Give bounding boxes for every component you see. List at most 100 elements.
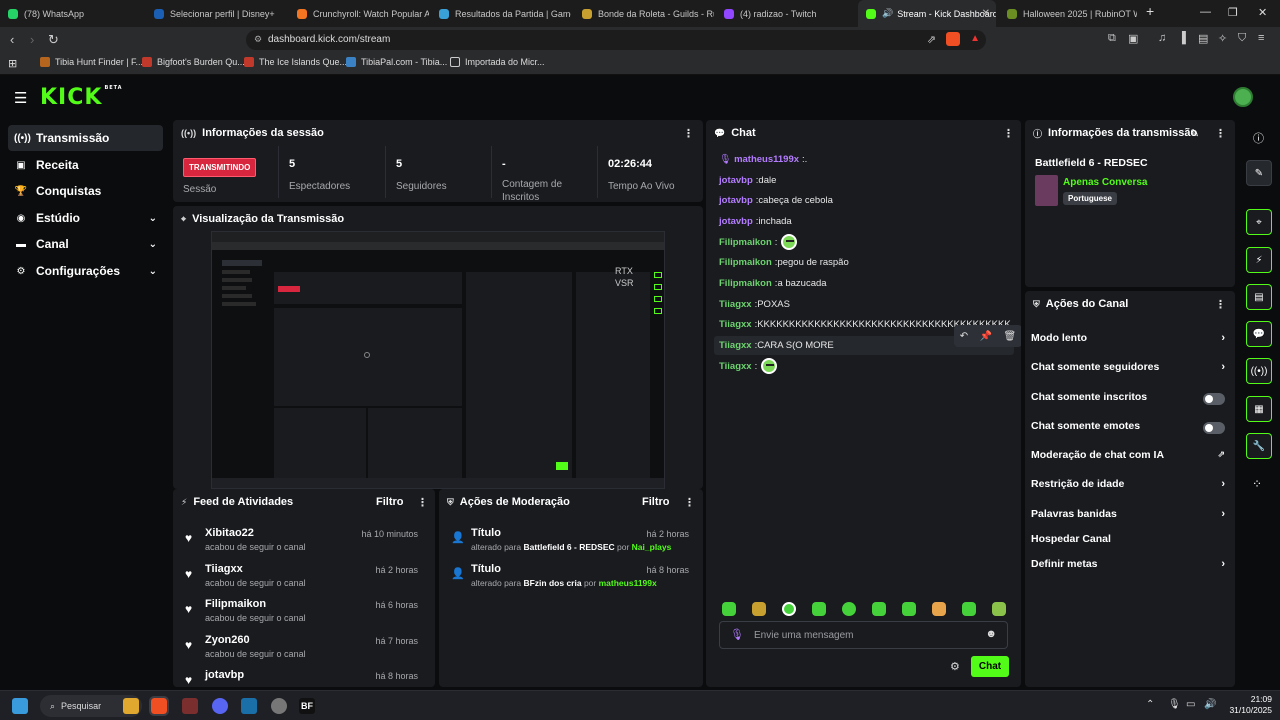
action-host-channel[interactable]: Hospedar Canal — [1031, 533, 1225, 551]
emote-icon[interactable] — [992, 602, 1006, 616]
sidebar-item-estudio[interactable]: ◉ Estúdio ⌄ — [8, 205, 163, 231]
rail-layout-button[interactable]: ▦ — [1246, 396, 1272, 422]
brave-rewards-icon[interactable]: ▲ — [970, 33, 980, 44]
chat-message[interactable]: jotavbp: cabeça de cebola — [719, 192, 833, 208]
maximize-icon[interactable]: ❐ — [1228, 6, 1238, 19]
screenshot-icon[interactable]: ▣ — [1128, 32, 1138, 45]
kebab-menu-icon[interactable]: ⋮ — [1215, 127, 1226, 140]
chevron-down-icon[interactable]: ⌄ — [149, 266, 157, 277]
obs-icon[interactable] — [271, 698, 287, 714]
chat-username[interactable]: Tiiagxx — [719, 299, 752, 310]
action-banned-words[interactable]: Palavras banidas › — [1031, 508, 1225, 526]
moderation-user[interactable]: Nai_plays — [632, 542, 672, 552]
bookmark-item[interactable]: TibiaPal.com - Tibia... — [346, 57, 447, 67]
action-followers-only[interactable]: Chat somente seguidores › — [1031, 361, 1225, 379]
minimize-icon[interactable]: — — [1200, 6, 1211, 18]
site-info-icon[interactable]: ⚙ — [254, 34, 262, 45]
edit-icon[interactable]: ✎ — [1190, 127, 1199, 140]
bookmark-item[interactable]: Tibia Hunt Finder | F... — [40, 57, 143, 67]
tray-chevron-icon[interactable]: ⌃ — [1146, 699, 1154, 710]
back-icon[interactable]: ‹ — [10, 32, 14, 47]
browser-tab[interactable]: Resultados da Partida | Gamers — [431, 0, 571, 27]
emote-icon[interactable] — [722, 602, 736, 616]
emote-icon[interactable] — [962, 602, 976, 616]
sidebar-item-canal[interactable]: ▬ Canal ⌄ — [8, 231, 163, 257]
game-icon[interactable] — [182, 698, 198, 714]
emote-icon[interactable] — [752, 602, 766, 616]
kebab-menu-icon[interactable]: ⋮ — [417, 496, 428, 509]
sidebar-item-transmissao[interactable]: ((•)) Transmissão — [8, 125, 163, 151]
video-player[interactable]: RTX VSR — [211, 231, 665, 489]
menu-icon[interactable]: ≡ — [1258, 32, 1264, 44]
avatar[interactable] — [1233, 87, 1253, 107]
bookmark-folder[interactable]: Importada do Micr... — [450, 57, 545, 67]
browser-tab[interactable]: Halloween 2025 | RubinOT Wik — [999, 0, 1137, 27]
volume-icon[interactable]: 🔊 — [1204, 699, 1216, 710]
chat-message[interactable]: jotavbp: inchada — [719, 213, 792, 229]
send-chat-button[interactable]: Chat — [971, 656, 1009, 677]
file-explorer-icon[interactable] — [123, 698, 139, 714]
extensions-icon[interactable]: ⧉ — [1108, 32, 1116, 45]
category-thumbnail[interactable] — [1035, 175, 1058, 206]
kebab-menu-icon[interactable]: ⋮ — [1215, 298, 1226, 311]
share-icon[interactable]: ⇗ — [927, 33, 936, 46]
reply-icon[interactable]: ↶ — [960, 331, 968, 342]
feed-user[interactable]: Xibitao22 — [205, 527, 254, 539]
sidebar-item-configuracoes[interactable]: ⚙ Configurações ⌄ — [8, 258, 163, 284]
browser-tab[interactable]: Selecionar perfil | Disney+ — [146, 0, 286, 27]
chat-message[interactable]: Filipmaikon: — [719, 234, 798, 250]
sidebar-toggle-icon[interactable]: ▐ — [1178, 32, 1186, 44]
rail-chat-button[interactable]: 💬 — [1246, 321, 1272, 347]
chat-username[interactable]: jotavbp — [719, 216, 753, 227]
apps-grid-icon[interactable]: ⊞ — [8, 57, 17, 70]
kick-logo[interactable]: KICK BETA — [40, 85, 123, 110]
chat-message[interactable]: Filipmaikon: a bazucada — [719, 275, 827, 291]
rail-activity-button[interactable]: ⚡ — [1246, 247, 1272, 273]
emote-icon[interactable] — [782, 602, 796, 616]
info-icon[interactable]: ⓘ — [1253, 130, 1264, 146]
feed-user[interactable]: Zyon260 — [205, 634, 250, 646]
filter-button[interactable]: Filtro — [376, 496, 404, 508]
leo-icon[interactable]: ✧ — [1218, 32, 1227, 45]
bookmark-item[interactable]: The Ice Islands Que... — [244, 57, 347, 67]
emote-icon[interactable] — [872, 602, 886, 616]
action-slow-mode[interactable]: Modo lento › — [1031, 332, 1225, 350]
chevron-down-icon[interactable]: ⌄ — [149, 239, 157, 250]
widgets-icon[interactable]: ⁘ — [1252, 477, 1262, 491]
emote-icon[interactable] — [932, 602, 946, 616]
chat-username[interactable]: Tiiagxx — [719, 361, 752, 372]
close-tab-icon[interactable]: ✕ — [982, 8, 990, 19]
chat-username[interactable]: Filipmaikon — [719, 278, 772, 289]
browser-tab[interactable]: (78) WhatsApp — [0, 0, 140, 27]
chat-message[interactable]: jotavbp: dale — [719, 172, 776, 188]
kebab-menu-icon[interactable]: ⋮ — [1003, 127, 1014, 140]
browser-tab[interactable]: Bonde da Roleta - Guilds - Rub — [574, 0, 714, 27]
chat-message[interactable]: Filipmaikon: pegou de raspão — [719, 254, 849, 270]
delete-icon[interactable]: 🗑 — [1004, 331, 1017, 342]
browser-tab[interactable]: Crunchyroll: Watch Popular An — [289, 0, 429, 27]
discord-icon[interactable] — [212, 698, 228, 714]
feed-user[interactable]: Tiiagxx — [205, 563, 243, 575]
chat-message[interactable]: Tiiagxx: POXAS — [719, 296, 790, 312]
forward-icon[interactable]: › — [30, 32, 34, 47]
emote-icon[interactable] — [842, 602, 856, 616]
emotes-only-toggle[interactable] — [1203, 422, 1225, 434]
rail-broadcast-button[interactable]: ((•)) — [1246, 358, 1272, 384]
chat-message[interactable]: Tiiagxx: — [719, 358, 778, 374]
filter-button[interactable]: Filtro — [642, 496, 670, 508]
rail-edit-button[interactable]: ✎ — [1246, 160, 1272, 186]
sidebar-item-receita[interactable]: ▣ Receita — [8, 152, 163, 178]
chat-username[interactable]: jotavbp — [719, 195, 753, 206]
hamburger-menu-icon[interactable]: ☰ — [14, 89, 27, 107]
chat-username[interactable]: jotavbp — [719, 175, 753, 186]
brave-shield-icon[interactable] — [946, 32, 960, 46]
sidebar-item-conquistas[interactable]: 🏆 Conquistas — [8, 178, 163, 204]
battlefield-icon[interactable]: BF — [299, 698, 315, 714]
chat-input[interactable]: 🎙 Envie uma mensagem ☻ — [719, 621, 1008, 649]
music-icon[interactable]: ♫ — [1158, 32, 1166, 44]
chat-username[interactable]: Filipmaikon — [719, 257, 772, 268]
address-bar[interactable]: ⚙ dashboard.kick.com/stream ⇗ ▲ — [246, 30, 986, 50]
bookmark-item[interactable]: Bigfoot's Burden Qu... — [142, 57, 245, 67]
wallet-icon[interactable]: ▤ — [1198, 32, 1208, 45]
category-link[interactable]: Apenas Conversa — [1063, 177, 1147, 188]
